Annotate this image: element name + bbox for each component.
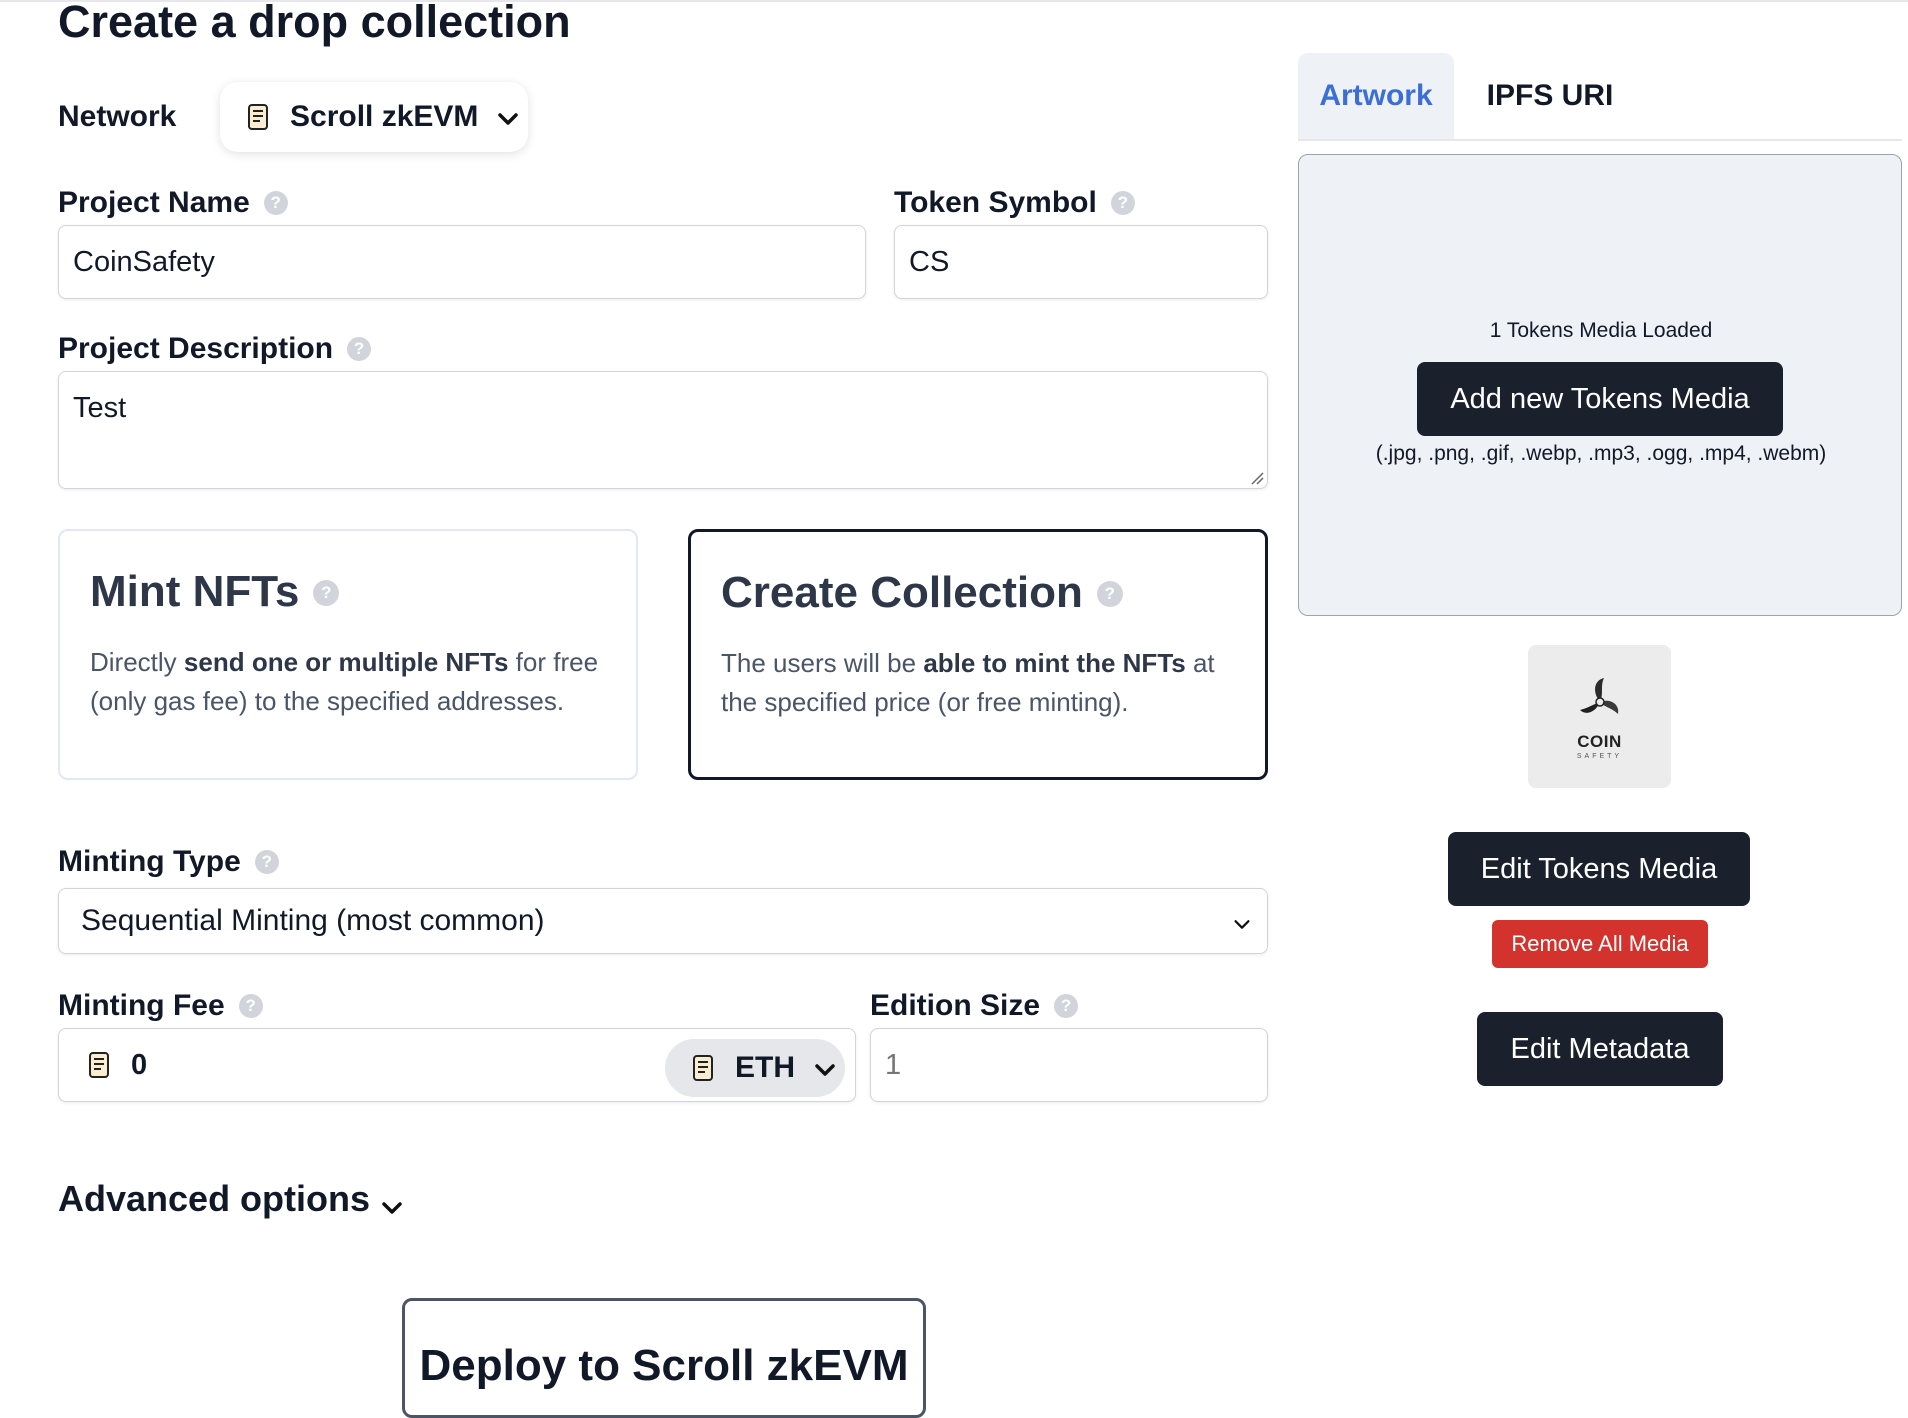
media-count-text: 1 Tokens Media Loaded (1489, 319, 1713, 342)
help-icon[interactable]: ? (1054, 994, 1079, 1018)
minting-fee-input[interactable]: 0 ETH (58, 1028, 856, 1102)
mint-nfts-title: Mint NFTs? (90, 567, 606, 617)
mint-nfts-description: Directly send one or multiple NFTs for f… (90, 647, 599, 716)
accepted-formats-text: (.jpg, .png, .gif, .webp, .mp3, .ogg, .m… (1375, 442, 1827, 465)
create-collection-title: Create Collection? (721, 568, 1235, 618)
chevron-down-icon (813, 1056, 837, 1080)
thumbnail-logo-text: COIN (1577, 731, 1622, 751)
help-icon[interactable]: ? (347, 337, 372, 361)
tab-divider (1298, 139, 1902, 141)
network-selected: Scroll zkEVM (290, 100, 479, 133)
help-icon[interactable]: ? (263, 191, 288, 215)
project-description-textarea[interactable]: Test (58, 371, 1268, 489)
project-description-value: Test (73, 392, 127, 424)
minting-type-selected: Sequential Minting (most common) (81, 904, 545, 937)
tab-ipfs-uri[interactable]: IPFS URI (1462, 53, 1638, 139)
chevron-down-icon (496, 105, 520, 129)
media-dropzone[interactable]: 1 Tokens Media Loaded Add new Tokens Med… (1298, 154, 1902, 616)
scroll-icon (689, 1053, 717, 1083)
currency-selector[interactable]: ETH (665, 1039, 845, 1097)
media-thumbnail[interactable]: COIN SAFETY (1528, 645, 1671, 788)
add-tokens-media-button[interactable]: Add new Tokens Media (1417, 362, 1783, 436)
edit-tokens-media-button[interactable]: Edit Tokens Media (1448, 832, 1750, 906)
chevron-down-icon (1231, 909, 1253, 931)
project-name-value: CoinSafety (73, 245, 215, 278)
project-name-input[interactable]: CoinSafety (58, 225, 866, 299)
scroll-icon (244, 102, 272, 132)
token-symbol-label: Token Symbol? (894, 186, 1135, 220)
help-icon[interactable]: ? (1110, 191, 1135, 215)
advanced-options-label: Advanced options (58, 1178, 371, 1219)
token-symbol-input[interactable]: CS (894, 225, 1268, 299)
minting-type-label: Minting Type? (58, 845, 279, 879)
chevron-down-icon (380, 1187, 404, 1214)
project-description-label: Project Description? (58, 332, 372, 366)
coinsafety-logo-icon (1579, 677, 1618, 714)
create-collection-description: The users will be able to mint the NFTs … (721, 648, 1215, 717)
help-icon[interactable]: ? (254, 850, 279, 874)
tab-artwork[interactable]: Artwork (1298, 53, 1454, 139)
advanced-options-toggle[interactable]: Advanced options (58, 1178, 404, 1220)
page-title: Create a drop collection (58, 0, 571, 47)
scroll-icon (85, 1050, 113, 1080)
create-collection-card[interactable]: Create Collection? The users will be abl… (688, 529, 1268, 780)
remove-all-media-button[interactable]: Remove All Media (1492, 920, 1708, 968)
help-icon[interactable]: ? (238, 994, 263, 1018)
minting-fee-value: 0 (131, 1048, 148, 1081)
minting-type-select[interactable]: Sequential Minting (most common) (58, 888, 1268, 954)
currency-selected: ETH (735, 1051, 795, 1084)
network-selector[interactable]: Scroll zkEVM (220, 82, 528, 152)
deploy-button[interactable]: Deploy to Scroll zkEVM (402, 1298, 926, 1418)
edition-size-label: Edition Size? (870, 989, 1079, 1023)
resize-handle-icon[interactable] (1250, 471, 1264, 485)
token-symbol-value: CS (909, 245, 950, 278)
edition-size-input[interactable] (870, 1028, 1268, 1102)
thumbnail-logo-subtext: SAFETY (1576, 752, 1623, 760)
project-name-label: Project Name? (58, 186, 288, 220)
mint-nfts-card[interactable]: Mint NFTs? Directly send one or multiple… (58, 529, 638, 780)
edit-metadata-button[interactable]: Edit Metadata (1477, 1012, 1723, 1086)
help-icon[interactable]: ? (313, 580, 340, 606)
minting-fee-label: Minting Fee? (58, 989, 263, 1023)
network-label: Network (58, 100, 177, 133)
help-icon[interactable]: ? (1096, 581, 1123, 607)
